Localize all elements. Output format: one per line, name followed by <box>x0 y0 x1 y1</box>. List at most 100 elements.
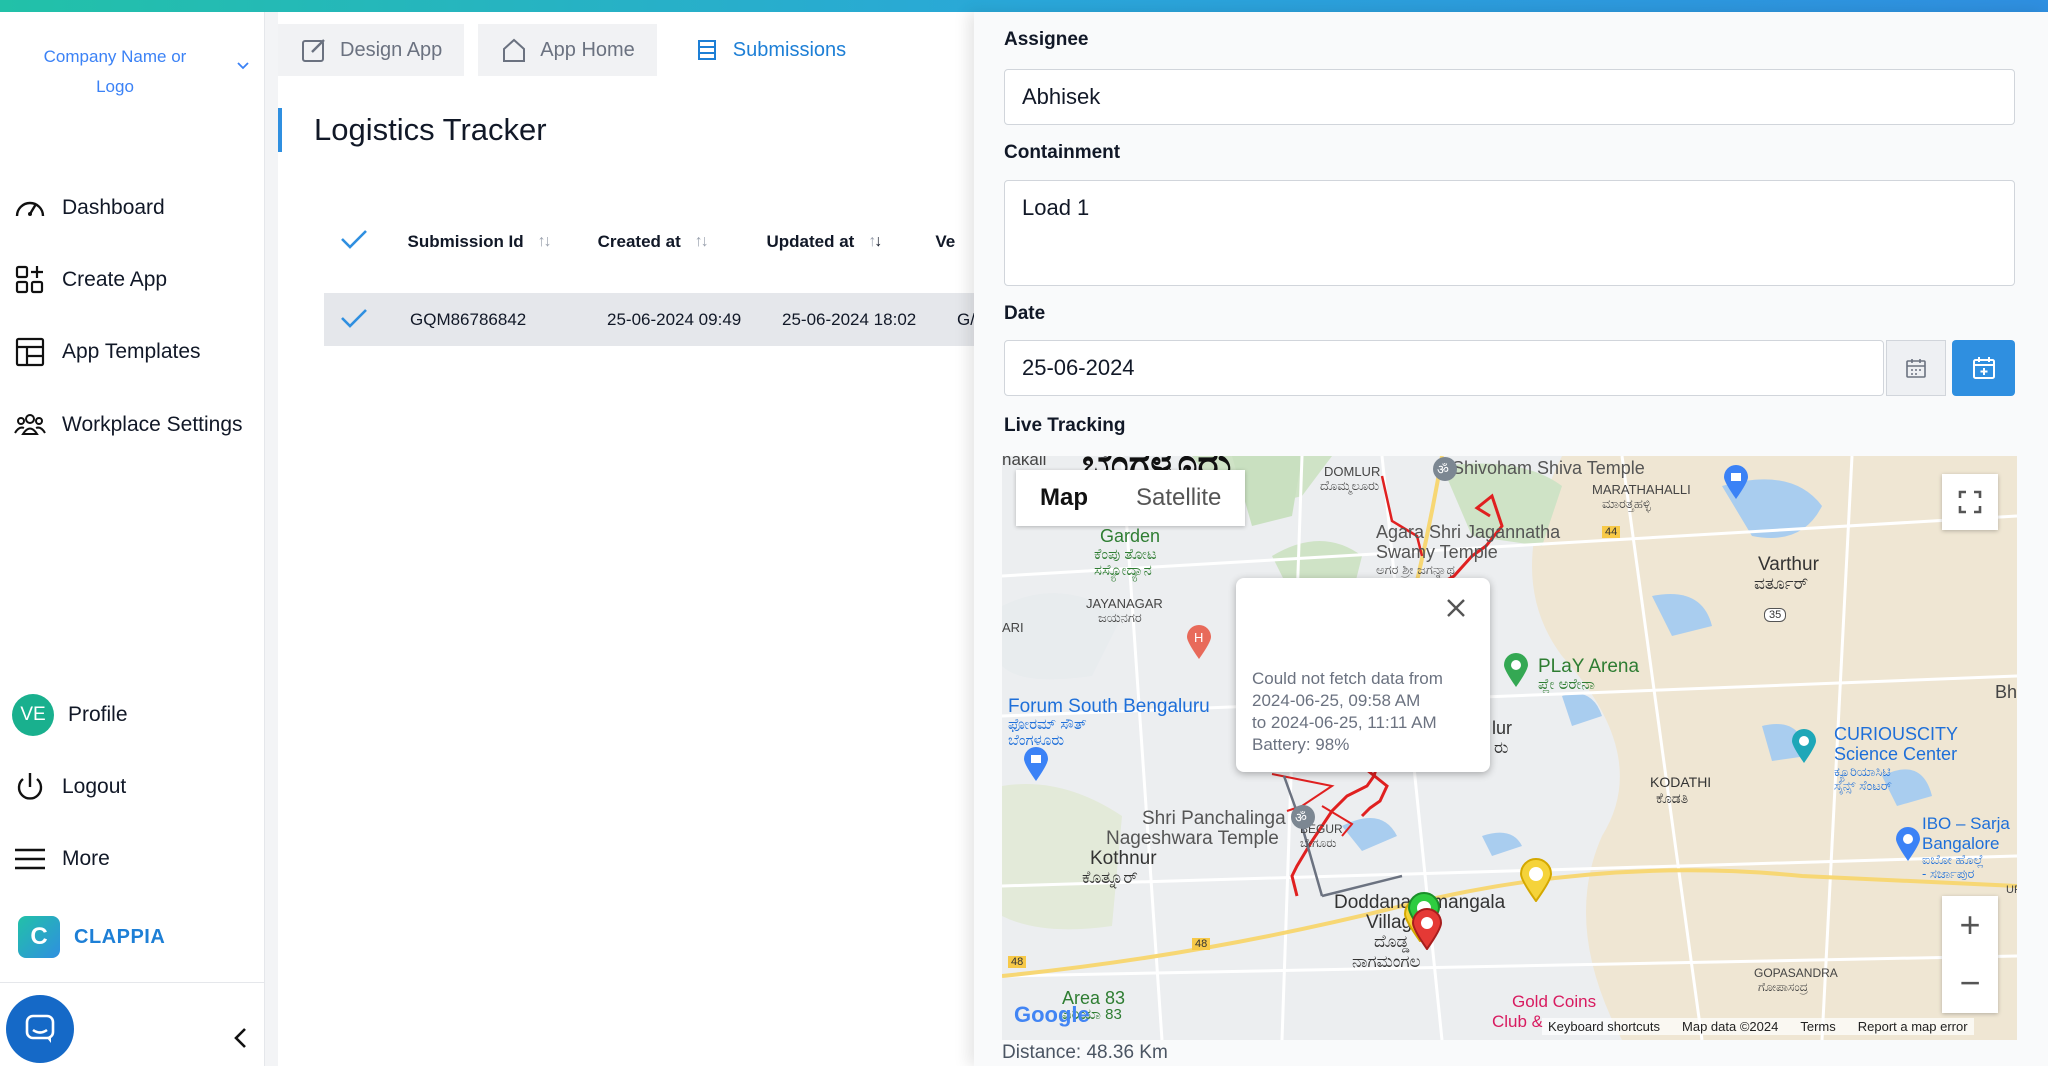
map-label: Bangalore <box>1922 834 2000 853</box>
map-label: Shivoham Shiva Temple <box>1452 458 1645 478</box>
map-label: Shri Panchalinga <box>1142 808 1286 829</box>
table-row[interactable]: GQM86786842 25-06-2024 09:49 25-06-2024 … <box>324 294 974 346</box>
sidebar-item-create-app[interactable]: Create App <box>12 255 167 305</box>
assignee-label: Assignee <box>1004 29 1089 50</box>
report-map-error-link[interactable]: Report a map error <box>1858 1019 1968 1034</box>
column-header-ve[interactable]: Ve <box>935 190 974 293</box>
sidebar-item-profile[interactable]: VE Profile <box>12 690 128 740</box>
map-label: nakali <box>1002 456 1047 469</box>
column-header-created-at[interactable]: Created at ↑↓ <box>598 190 767 293</box>
tab-app-home[interactable]: App Home <box>478 24 657 76</box>
map-label: ARI <box>1002 620 1024 635</box>
map-type-satellite-button[interactable]: Satellite <box>1112 470 1245 526</box>
sidebar-item-label: App Templates <box>62 340 201 363</box>
map-label: ಸಸ್ಯೋದ್ಯಾನ <box>1094 562 1152 579</box>
zoom-in-button[interactable]: + <box>1942 896 1998 954</box>
tab-submissions[interactable]: Submissions <box>670 24 869 76</box>
map-label: 48 <box>1192 938 1211 950</box>
yellow-marker-icon[interactable] <box>1518 858 1554 902</box>
sidebar-item-app-templates[interactable]: App Templates <box>12 327 201 377</box>
main-content: Design App App Home Submissions Logistic… <box>278 12 974 1066</box>
sidebar-item-label: Profile <box>68 703 128 726</box>
calendar-picker[interactable] <box>1886 340 1946 396</box>
map-label: Forum South Bengaluru <box>1008 696 1210 717</box>
containment-label: Containment <box>1004 142 1121 163</box>
chat-icon <box>25 1014 55 1043</box>
distance-text: Distance: 48.36 Km <box>1002 1042 1168 1063</box>
fullscreen-button[interactable] <box>1942 474 1998 530</box>
sidebar-item-dashboard[interactable]: Dashboard <box>12 183 165 233</box>
live-tracking-map[interactable]: ಬೆಂಗಳೂರು nakali DOMLUR ದೊಮ್ಮಲೂರು Shivoha… <box>1002 456 2017 1040</box>
close-icon[interactable] <box>1444 596 1468 620</box>
live-tracking-label: Live Tracking <box>1004 415 1126 436</box>
column-header-submission-id[interactable]: Submission Id ↑↓ <box>407 190 597 293</box>
place-pin-icon <box>1896 827 1920 861</box>
map-label: ಕೊಡತಿ <box>1656 790 1689 806</box>
assignee-field[interactable]: Abhisek <box>1004 69 2015 125</box>
company-logo-placeholder[interactable]: Company Name or Logo <box>30 42 200 102</box>
dashboard-icon <box>15 201 45 217</box>
brand: C CLAPPIA <box>18 916 165 958</box>
zoom-out-button[interactable]: − <box>1942 954 1998 1012</box>
map-label: Bh <box>1995 682 2017 702</box>
hospital-pin-icon: H <box>1187 625 1211 659</box>
sidebar-item-label: Dashboard <box>62 196 165 219</box>
place-pin-icon <box>1504 653 1528 687</box>
google-logo: Google <box>1014 1002 1090 1027</box>
end-marker-icon[interactable] <box>1410 908 1444 950</box>
clappia-logo-icon: C <box>18 916 60 958</box>
sidebar-item-more[interactable]: More <box>12 834 110 884</box>
map-label: CURIOUSCITY <box>1834 724 1959 744</box>
map-type-map-button[interactable]: Map <box>1016 470 1112 526</box>
table-header: Submission Id ↑↓ Created at ↑↓ Updated at ↑… <box>324 190 974 294</box>
terms-link[interactable]: Terms <box>1800 1019 1835 1034</box>
calendar-add-button[interactable] <box>1952 340 2015 396</box>
sort-icon[interactable]: ↑↓ <box>538 233 552 251</box>
sidebar-item-workplace-settings[interactable]: Workplace Settings <box>12 400 243 450</box>
edit-icon <box>302 39 325 62</box>
sidebar-item-logout[interactable]: Logout <box>12 762 126 812</box>
chat-support-button[interactable] <box>6 995 74 1063</box>
page-title: Logistics Tracker <box>314 112 547 147</box>
sidebar-item-label: Create App <box>62 268 168 291</box>
map-label: ನಾಗಮಂಗಲ <box>1352 952 1421 971</box>
submissions-table: Submission Id ↑↓ Created at ↑↓ Updated at ↑… <box>324 190 974 346</box>
map-label: Kothnur <box>1090 848 1157 869</box>
map-label: ಸೈನ್ಸ್ ಸೆಂಟರ್ <box>1834 778 1892 793</box>
list-icon <box>697 40 716 60</box>
svg-text:ॐ: ॐ <box>1437 463 1449 478</box>
map-label: ಬೇಗೂರು <box>1300 836 1337 850</box>
home-icon <box>503 38 526 62</box>
divider <box>0 982 265 983</box>
cell-ve: G/ <box>957 310 974 329</box>
tab-design-app[interactable]: Design App <box>278 24 465 76</box>
map-label: JAYANAGAR <box>1086 596 1163 611</box>
containment-field[interactable]: Load 1 <box>1004 180 2015 286</box>
chevron-down-icon[interactable] <box>234 56 252 74</box>
svg-text:ॐ: ॐ <box>1295 811 1307 826</box>
keyboard-shortcuts-link[interactable]: Keyboard shortcuts <box>1548 1019 1660 1034</box>
chevron-left-icon[interactable] <box>228 1025 254 1051</box>
map-label: ಅಗರ ಶ್ರೀ ಜಗನ್ನಾಥ <box>1376 562 1455 577</box>
map-label: ಪ್ಲೇ ಅರೇನಾ <box>1538 676 1595 693</box>
map-label: ಕೊತ್ನೂರ್ <box>1082 868 1138 887</box>
map-label: MARATHAHALLI <box>1592 482 1691 497</box>
select-all-checkbox[interactable] <box>324 223 407 260</box>
check-icon <box>341 230 367 249</box>
submission-detail-panel: Assignee Abhisek Containment Load 1 Date… <box>974 12 2048 1066</box>
column-header-updated-at[interactable]: Updated at ↑↓ <box>767 190 936 293</box>
shopping-pin-icon <box>1724 465 1748 499</box>
menu-icon <box>15 848 45 870</box>
sort-desc-icon[interactable]: ↑↓ <box>868 233 882 251</box>
date-field[interactable]: 25-06-2024 <box>1004 340 1884 396</box>
zoom-control: + − <box>1942 896 1998 1013</box>
map-label: Club & <box>1492 1012 1544 1031</box>
map-label: KODATHI <box>1650 774 1712 790</box>
map-label: ರು <box>1494 738 1509 757</box>
cell-created-at: 25-06-2024 09:49 <box>607 310 742 329</box>
date-label: Date <box>1004 303 1046 324</box>
map-label: UR <box>2006 884 2017 896</box>
row-checkbox[interactable] <box>324 302 410 339</box>
sort-icon[interactable]: ↑↓ <box>695 233 709 251</box>
shopping-pin-icon <box>1024 747 1048 781</box>
